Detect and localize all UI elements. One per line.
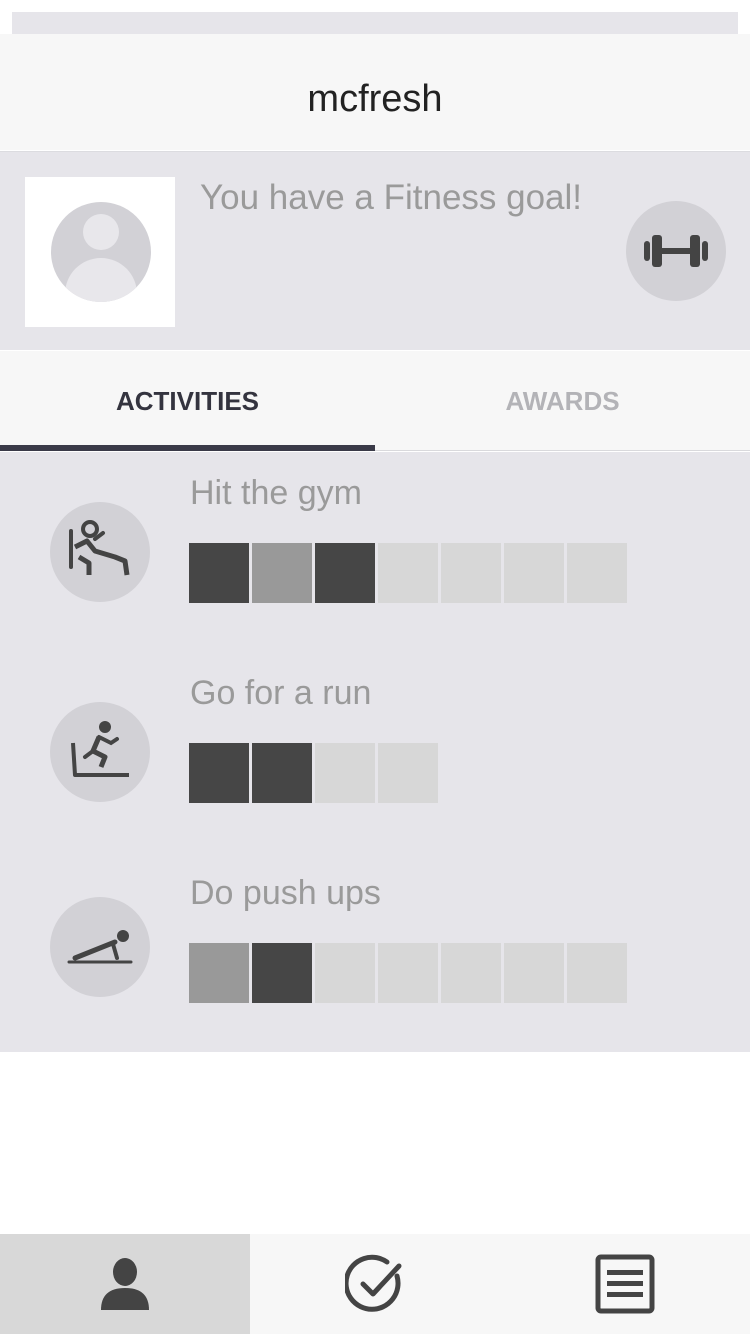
progress-cell-done: [189, 543, 249, 603]
progress-cell-todo: [378, 943, 438, 1003]
progress-cell-todo: [441, 943, 501, 1003]
activity-title: Hit the gym: [190, 474, 362, 512]
user-placeholder-icon: [51, 202, 151, 302]
profile-icon: [101, 1258, 149, 1310]
active-tab-indicator: [0, 445, 375, 451]
progress-cell-todo: [504, 943, 564, 1003]
bottom-nav: [0, 1234, 750, 1334]
gym-workout-icon: [50, 502, 150, 602]
goal-card: You have a Fitness goal!: [0, 151, 750, 350]
activity-list: Hit the gym Go for a run Do push ups: [0, 452, 750, 1052]
tab-awards[interactable]: AWARDS: [375, 351, 750, 451]
list-icon: [595, 1254, 655, 1314]
activity-title: Do push ups: [190, 874, 381, 912]
page-title: mcfresh: [307, 78, 443, 120]
progress-cell-todo: [504, 543, 564, 603]
avatar[interactable]: [25, 177, 175, 327]
checkmark-icon: [345, 1254, 402, 1312]
progress-cell-done: [315, 543, 375, 603]
progress-cell-todo: [441, 543, 501, 603]
push-up-icon: [50, 897, 150, 997]
progress-cell-todo: [378, 543, 438, 603]
status-bar: [12, 12, 738, 34]
nav-list[interactable]: [500, 1234, 750, 1334]
tab-bar: ACTIVITIES AWARDS: [0, 351, 750, 451]
nav-tasks[interactable]: [250, 1234, 500, 1334]
progress-cell-done: [252, 743, 312, 803]
activity-pushups[interactable]: Do push ups: [0, 852, 750, 1052]
progress-cell-todo: [378, 743, 438, 803]
progress-cell-done: [252, 943, 312, 1003]
progress-tracker: [189, 743, 441, 803]
progress-cell-todo: [567, 543, 627, 603]
progress-cell-done: [189, 743, 249, 803]
header: mcfresh: [0, 34, 750, 150]
progress-tracker: [189, 543, 630, 603]
progress-cell-todo: [315, 743, 375, 803]
progress-tracker: [189, 943, 630, 1003]
progress-cell-todo: [567, 943, 627, 1003]
progress-cell-todo: [315, 943, 375, 1003]
activity-title: Go for a run: [190, 674, 372, 712]
activity-gym[interactable]: Hit the gym: [0, 452, 750, 652]
tab-activities[interactable]: ACTIVITIES: [0, 351, 375, 451]
progress-cell-partial: [189, 943, 249, 1003]
progress-cell-partial: [252, 543, 312, 603]
activity-run[interactable]: Go for a run: [0, 652, 750, 852]
goal-text: You have a Fitness goal!: [200, 178, 583, 217]
nav-profile[interactable]: [0, 1234, 250, 1334]
dumbbell-icon[interactable]: [626, 201, 726, 301]
treadmill-run-icon: [50, 702, 150, 802]
